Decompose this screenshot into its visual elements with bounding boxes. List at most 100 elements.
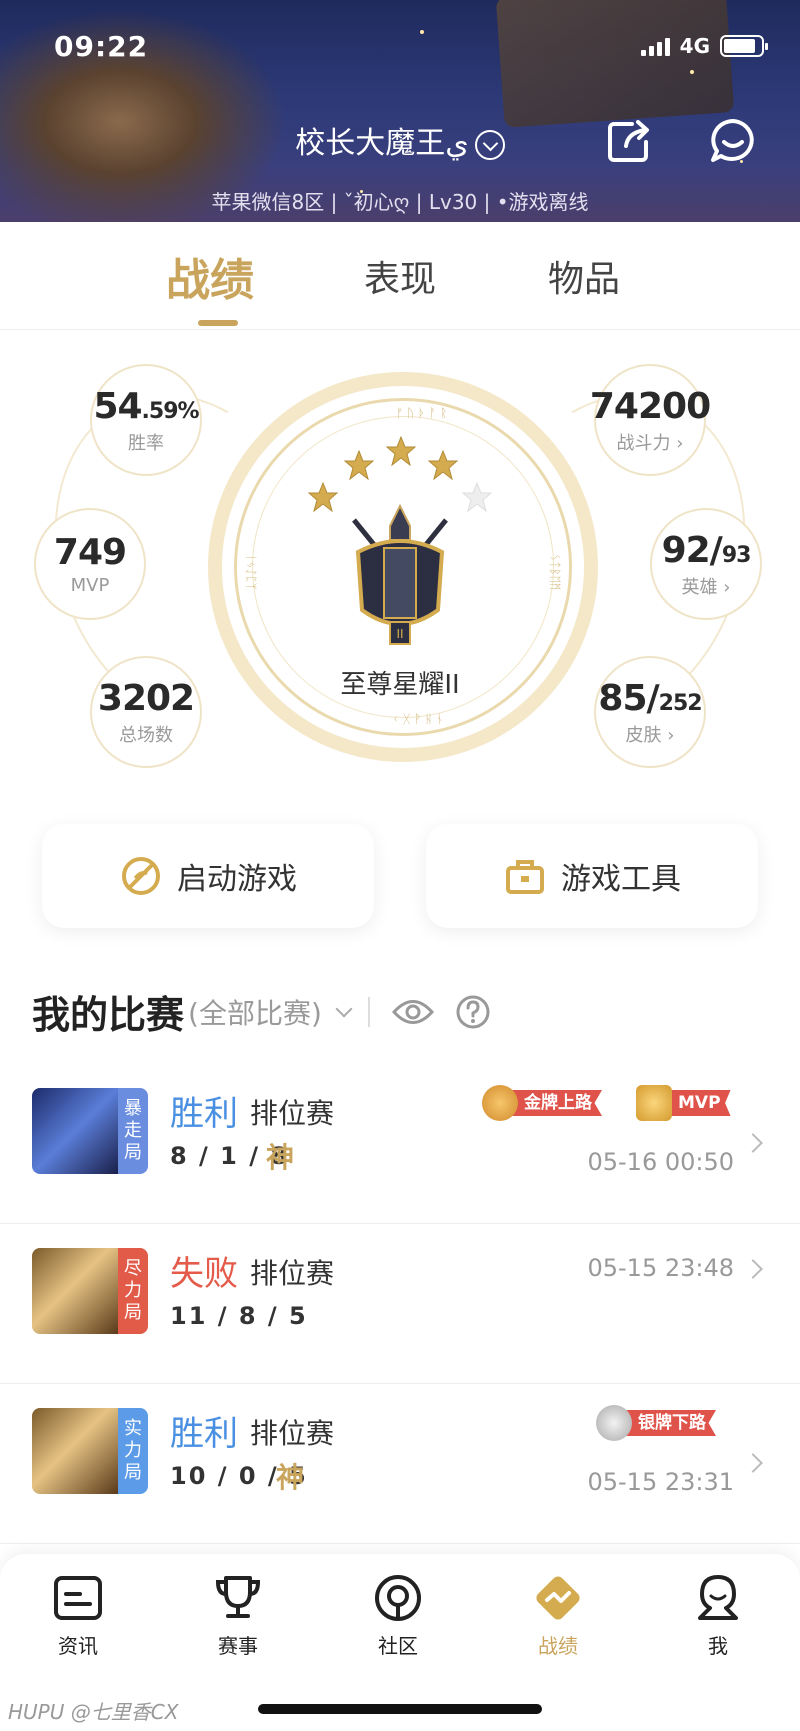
svg-text:II: II bbox=[396, 627, 403, 641]
chevron-right-icon bbox=[743, 1133, 763, 1153]
chat-icon[interactable] bbox=[708, 116, 758, 166]
match-mode: 排位赛 bbox=[250, 1257, 335, 1290]
chevron-right-icon bbox=[743, 1259, 763, 1279]
matches-filter[interactable]: (全部比赛) bbox=[188, 992, 322, 1032]
home-indicator[interactable] bbox=[258, 1704, 542, 1714]
visibility-icon[interactable] bbox=[391, 997, 434, 1027]
win-rate-main: 54 bbox=[93, 385, 142, 427]
tab-items[interactable]: 物品 bbox=[548, 250, 620, 302]
profile-icon bbox=[698, 1575, 738, 1620]
profile-subinfo: 苹果微信8区 | ˇ初心ღ | Lv30 | •游戏离线 bbox=[211, 190, 589, 214]
rank-star-icon bbox=[308, 482, 338, 512]
medal-icon bbox=[482, 1085, 518, 1121]
chevron-down-icon bbox=[474, 129, 505, 160]
record-icon bbox=[536, 1576, 580, 1620]
match-time: 05-16 00:50 bbox=[587, 1148, 734, 1176]
game-tools-button[interactable]: 游戏工具 bbox=[426, 824, 758, 928]
combat-power-stat[interactable]: 74200 战斗力 › bbox=[590, 364, 711, 476]
status-indicators: 4G bbox=[640, 34, 768, 58]
match-mode: 排位赛 bbox=[250, 1417, 335, 1450]
match-row[interactable]: 尽力局 失败 排位赛 11 / 8 / 5 05-15 23:48 bbox=[0, 1224, 800, 1384]
mvp-stat: 749 MVP bbox=[34, 508, 146, 620]
username-dropdown[interactable]: 校长大魔王ي bbox=[0, 118, 800, 162]
hero-avatar: 尽力局 bbox=[32, 1248, 148, 1334]
tab-performance[interactable]: 表现 bbox=[364, 250, 436, 302]
username: 校长大魔王ي bbox=[295, 126, 469, 161]
match-row[interactable]: 实力局 胜利 排位赛 10 / 0 / 5 神 银牌下路 05-15 23:31 bbox=[0, 1384, 800, 1544]
nav-record-label: 战绩 bbox=[538, 1634, 578, 1658]
news-icon bbox=[54, 1576, 102, 1620]
status-time: 09:22 bbox=[54, 30, 149, 63]
sky-star bbox=[420, 30, 424, 34]
match-tag: 暴走局 bbox=[118, 1088, 148, 1174]
trophy-icon bbox=[215, 1576, 261, 1618]
rank-star-icon bbox=[344, 450, 374, 480]
share-icon[interactable] bbox=[604, 116, 654, 166]
launch-game-label: 启动游戏 bbox=[177, 862, 297, 897]
hero-avatar: 实力局 bbox=[32, 1408, 148, 1494]
nav-record[interactable]: 战绩 bbox=[498, 1572, 618, 1659]
network-type: 4G bbox=[679, 34, 710, 58]
mvp-badge: MVP bbox=[636, 1082, 731, 1124]
watermark: HUPU @七里香CX bbox=[8, 1700, 179, 1724]
match-tag: 实力局 bbox=[118, 1408, 148, 1494]
heroes-label: 英雄 › bbox=[681, 576, 731, 598]
match-time: 05-15 23:48 bbox=[587, 1254, 734, 1282]
nav-me-label: 我 bbox=[708, 1634, 728, 1658]
sky-star bbox=[690, 70, 694, 74]
active-tab-indicator bbox=[198, 320, 238, 326]
match-result: 胜利 bbox=[170, 1094, 238, 1134]
rune-mark: ᛁᛃᛇᛈᛉ bbox=[244, 554, 258, 591]
nav-community[interactable]: 社区 bbox=[338, 1572, 458, 1659]
nav-news[interactable]: 资讯 bbox=[18, 1572, 138, 1659]
game-tools-label: 游戏工具 bbox=[561, 862, 681, 897]
signal-icon bbox=[640, 36, 670, 56]
nav-events-label: 赛事 bbox=[218, 1634, 258, 1658]
god-label: 神 bbox=[266, 1141, 295, 1174]
stats-panel: ᚠ ᚢ ᚦ ᚨ ᚱ ᚲ ᚷ ᚹ ᚺ ᚾ ᛁᛃᛇᛈᛉ ᛊᛏᛒᛖᛗ 54.59% 胜… bbox=[0, 330, 800, 800]
mvp-label: MVP bbox=[70, 575, 110, 596]
gold-top-badge: 金牌上路 bbox=[482, 1082, 602, 1124]
combat-power-label: 战斗力 › bbox=[616, 432, 684, 454]
empty-star-icon bbox=[462, 482, 492, 512]
total-games-label: 总场数 bbox=[119, 724, 173, 746]
help-icon[interactable] bbox=[456, 995, 490, 1029]
battery-icon bbox=[720, 35, 768, 57]
win-rate-stat: 54.59% 胜率 bbox=[90, 364, 202, 476]
matches-header: 我的比赛 (全部比赛) bbox=[32, 984, 490, 1039]
heroes-owned: 92/ bbox=[661, 529, 723, 571]
skins-label: 皮肤 › bbox=[625, 724, 675, 746]
god-label: 神 bbox=[276, 1461, 305, 1494]
nav-me[interactable]: 我 bbox=[658, 1572, 778, 1659]
win-rate-decimal: .59% bbox=[141, 398, 200, 424]
trophy-icon bbox=[636, 1085, 672, 1121]
match-kda: 11 / 8 / 5 bbox=[170, 1302, 308, 1330]
community-icon bbox=[375, 1575, 421, 1621]
launch-game-icon bbox=[122, 857, 160, 895]
rank-emblem-icon: II bbox=[352, 503, 448, 645]
chevron-down-icon[interactable] bbox=[335, 1000, 353, 1017]
hero-avatar: 暴走局 bbox=[32, 1088, 148, 1174]
rune-mark: ᚠ ᚢ ᚦ ᚨ ᚱ bbox=[396, 406, 448, 420]
tab-record[interactable]: 战绩 bbox=[166, 244, 254, 308]
match-time: 05-15 23:31 bbox=[587, 1468, 734, 1496]
toolbox-icon bbox=[506, 860, 544, 894]
rune-mark: ᛊᛏᛒᛖᛗ bbox=[548, 554, 562, 591]
medal-icon bbox=[596, 1405, 632, 1441]
silver-bottom-badge: 银牌下路 bbox=[596, 1402, 716, 1444]
matches-title: 我的比赛 bbox=[32, 993, 185, 1037]
chevron-right-icon bbox=[743, 1453, 763, 1473]
win-rate-label: 胜率 bbox=[128, 432, 164, 454]
divider bbox=[367, 996, 370, 1027]
nav-events[interactable]: 赛事 bbox=[178, 1572, 298, 1659]
rank-name: 至尊星耀II bbox=[340, 670, 460, 700]
match-result: 失败 bbox=[170, 1254, 238, 1294]
match-result: 胜利 bbox=[170, 1414, 238, 1454]
launch-game-button[interactable]: 启动游戏 bbox=[42, 824, 374, 928]
profile-header: 09:22 4G 校长大魔王ي 苹果微信8区 | ˇ初心ღ | Lv30 | •… bbox=[0, 0, 800, 222]
match-tag: 尽力局 bbox=[118, 1248, 148, 1334]
match-mode: 排位赛 bbox=[250, 1097, 335, 1130]
nav-community-label: 社区 bbox=[378, 1634, 418, 1658]
heroes-stat[interactable]: 92/93 英雄 › bbox=[650, 508, 762, 620]
match-row[interactable]: 暴走局 胜利 排位赛 8 / 1 / 8 神 金牌上路 MVP 05-16 00… bbox=[0, 1064, 800, 1224]
